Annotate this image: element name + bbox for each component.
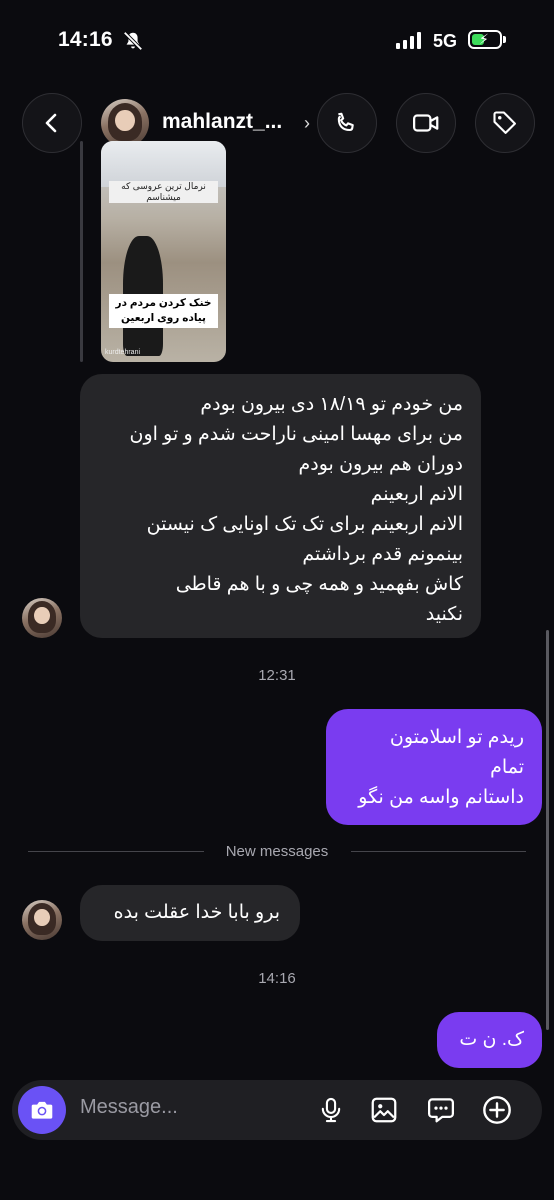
- silent-bell-icon: [123, 31, 143, 51]
- network-type: 5G: [433, 31, 458, 51]
- sender-avatar[interactable]: [22, 900, 62, 940]
- reel-top-text: نرمال ترین عروسی که میشناسم: [109, 181, 218, 203]
- signal-icon: [396, 32, 422, 49]
- tag-button[interactable]: [475, 93, 535, 153]
- image-icon: [371, 1097, 397, 1123]
- add-button[interactable]: [480, 1093, 514, 1127]
- gallery-button[interactable]: [367, 1093, 401, 1127]
- video-call-button[interactable]: [396, 93, 456, 153]
- reel-caption: خنک کردن مردم در پیاده روی اربعین: [109, 294, 218, 328]
- reel-credit: kurdtehrani: [105, 349, 141, 356]
- microphone-icon: [321, 1097, 341, 1123]
- timestamp: 12:31: [258, 667, 296, 684]
- divider-right: [351, 851, 526, 852]
- header-avatar[interactable]: [101, 99, 149, 147]
- chevron-right-icon[interactable]: ›: [304, 113, 310, 134]
- video-camera-icon: [413, 114, 439, 132]
- microphone-button[interactable]: [314, 1093, 348, 1127]
- message-input[interactable]: [80, 1096, 290, 1119]
- camera-button[interactable]: [18, 1086, 66, 1134]
- chevron-left-icon: [45, 113, 57, 133]
- phone-icon: [337, 112, 354, 132]
- camera-icon: [31, 1101, 53, 1119]
- username[interactable]: mahlanzt_...: [162, 110, 282, 134]
- reply-indicator-line: [80, 141, 83, 362]
- plus-circle-icon: [483, 1096, 511, 1124]
- outgoing-message-1[interactable]: ریدم تو اسلامتون تمام داستانم واسه من نگ…: [326, 709, 542, 825]
- battery-icon: ⚡: [468, 30, 502, 49]
- chat-bubble-icon: [428, 1098, 454, 1123]
- incoming-message-2[interactable]: برو بابا خدا عقلت بده: [80, 885, 300, 941]
- sticker-button[interactable]: [424, 1093, 458, 1127]
- scrollbar[interactable]: [546, 630, 549, 1030]
- call-button[interactable]: [317, 93, 377, 153]
- sender-avatar[interactable]: [22, 598, 62, 638]
- battery-cap: [503, 36, 506, 43]
- outgoing-message-2[interactable]: ک. ن ت: [437, 1012, 542, 1068]
- timestamp: 14:16: [258, 970, 296, 987]
- shared-reel[interactable]: نرمال ترین عروسی که میشناسم خنک کردن مرد…: [101, 141, 226, 362]
- back-button[interactable]: [22, 93, 82, 153]
- tag-icon: [493, 111, 516, 134]
- status-time: 14:16: [58, 28, 113, 51]
- incoming-message-1[interactable]: من خودم تو ۱۸/۱۹ دی بیرون بودم من برای م…: [80, 374, 481, 638]
